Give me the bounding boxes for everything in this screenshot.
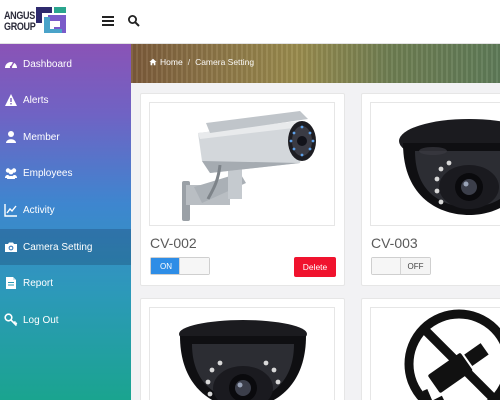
page-banner: Home / Camera Setting [131, 44, 500, 83]
sidebar-item-label: Report [23, 277, 54, 289]
sidebar-item-log-out[interactable]: Log Out [0, 302, 131, 338]
breadcrumb-separator: / [187, 57, 191, 67]
warning-icon [3, 93, 18, 107]
sidebar-item-camera-setting[interactable]: Camera Setting [0, 229, 131, 265]
bullet-camera-image [182, 111, 316, 221]
breadcrumb-home[interactable]: Home [149, 57, 183, 67]
breadcrumb-home-label: Home [160, 57, 183, 67]
camera-name: CV-003 [371, 235, 418, 251]
sidebar-item-alerts[interactable]: Alerts [0, 82, 131, 118]
sidebar-item-label: Dashboard [23, 58, 72, 70]
camera-card [140, 298, 345, 400]
search-button[interactable] [127, 14, 141, 28]
brand-logo-mark [36, 7, 66, 33]
camera-image[interactable] [370, 102, 500, 226]
search-icon [128, 15, 140, 27]
brand-name-line2: GROUP [4, 21, 36, 33]
menu-toggle-button[interactable] [101, 14, 115, 28]
toggle-off-label: OFF [400, 258, 430, 274]
breadcrumb-current: Camera Setting [195, 57, 255, 67]
delete-camera-button[interactable]: Delete [294, 257, 336, 277]
toggle-knob [179, 258, 209, 274]
no-camera-icon [404, 309, 500, 400]
sidebar-item-activity[interactable]: Activity [0, 192, 131, 228]
sidebar-item-dashboard[interactable]: Dashboard [0, 46, 131, 82]
top-bar: ANGUS GROUP [0, 0, 500, 44]
dashboard-icon [3, 57, 18, 71]
camera-power-toggle[interactable]: OFF [371, 257, 431, 275]
camera-image[interactable] [149, 102, 335, 226]
home-icon [149, 58, 157, 66]
camera-power-toggle[interactable]: ON [150, 257, 210, 275]
camera-icon [3, 240, 18, 254]
camera-image[interactable] [149, 307, 335, 400]
camera-card [361, 298, 500, 400]
key-icon [3, 313, 18, 327]
sidebar-item-label: Employees [23, 167, 73, 179]
brand-name: ANGUS GROUP [4, 11, 36, 33]
users-icon [3, 166, 18, 180]
sidebar-item-label: Alerts [23, 94, 49, 106]
camera-card: CV-003 OFF [361, 93, 500, 286]
sidebar-item-label: Camera Setting [23, 241, 93, 253]
sidebar-item-label: Member [23, 131, 60, 143]
sidebar-item-employees[interactable]: Employees [0, 155, 131, 191]
toggle-knob [372, 258, 402, 274]
sidebar-item-report[interactable]: Report [0, 265, 131, 301]
brand-logo[interactable]: ANGUS GROUP [4, 5, 66, 41]
camera-image[interactable] [370, 307, 500, 400]
camera-card: CV-002 ON Delete [140, 93, 345, 286]
dome-camera-image [179, 320, 307, 400]
dome-camera-image [399, 119, 500, 215]
bars-icon [102, 16, 114, 26]
user-icon [3, 130, 18, 144]
toggle-on-label: ON [151, 258, 181, 274]
file-icon [3, 276, 18, 290]
line-chart-icon [3, 203, 18, 217]
sidebar-item-label: Log Out [23, 314, 59, 326]
sidebar: Dashboard Alerts Member Employees Activi… [0, 44, 131, 400]
sidebar-item-label: Activity [23, 204, 55, 216]
sidebar-item-member[interactable]: Member [0, 119, 131, 155]
camera-name: CV-002 [150, 235, 197, 251]
breadcrumb: Home / Camera Setting [149, 57, 254, 67]
